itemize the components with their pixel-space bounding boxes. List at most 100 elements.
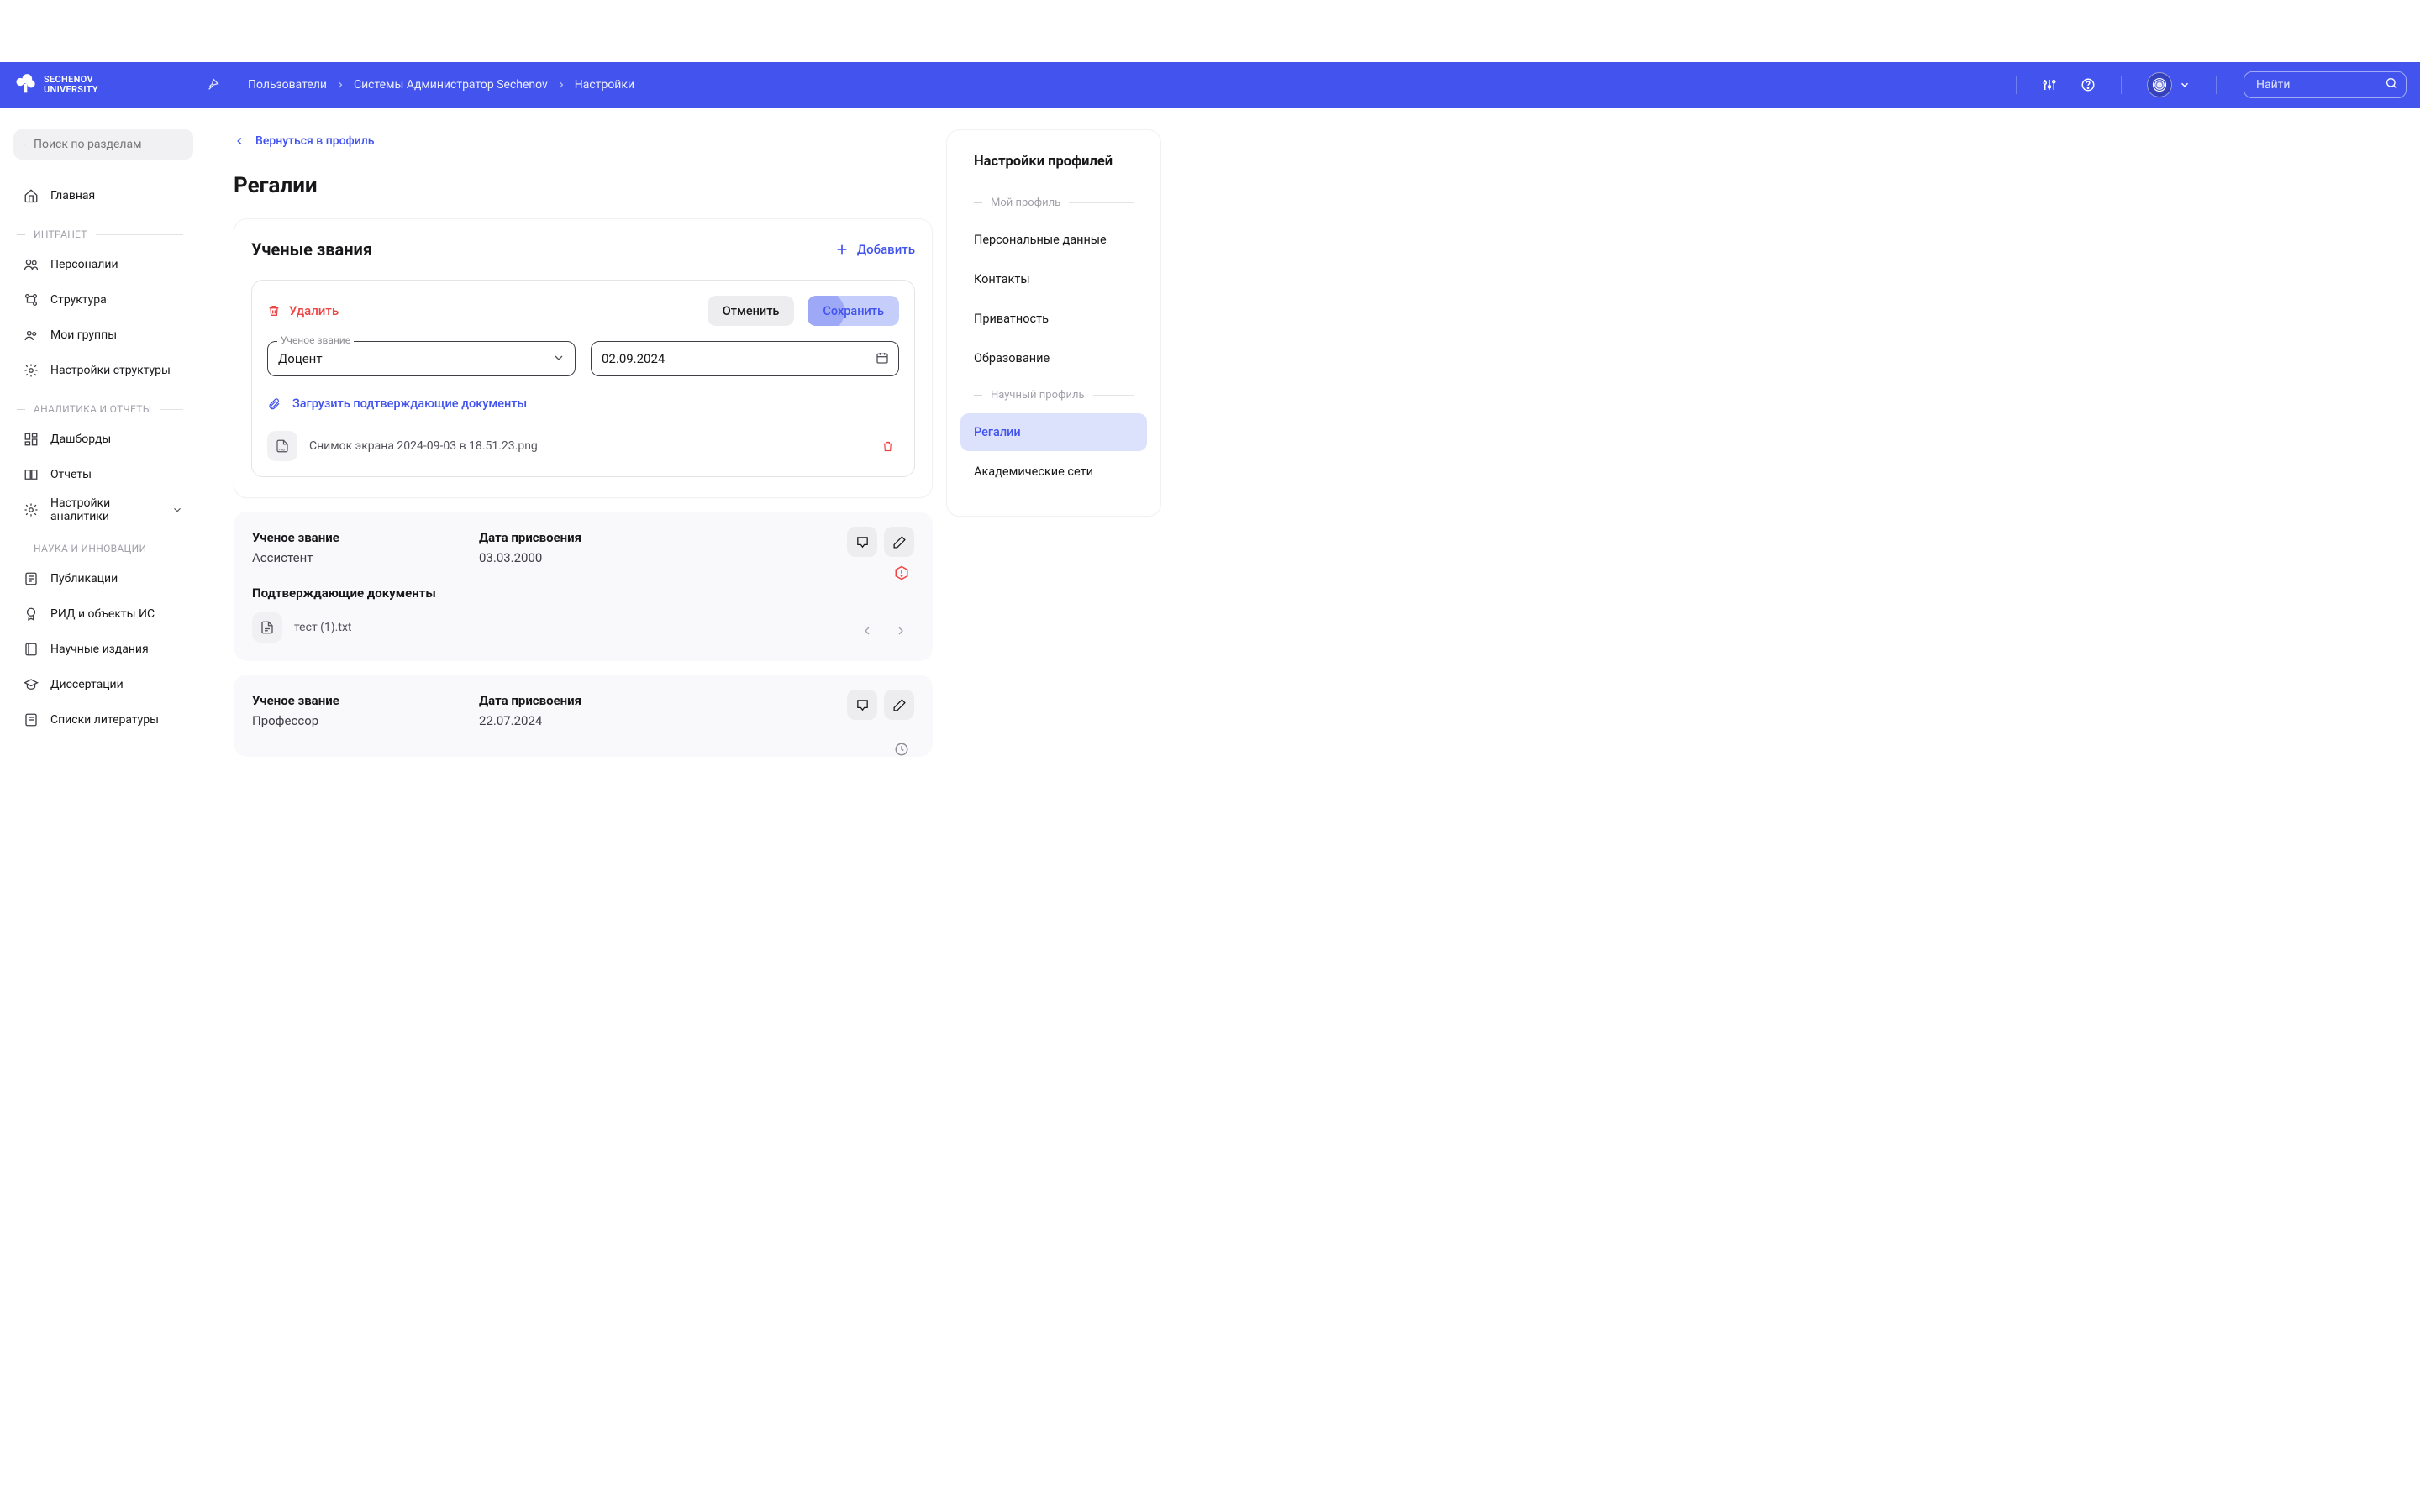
right-rail: Настройки профилей Мой профиль Персональ… — [946, 108, 1175, 804]
sidebar-section-science: НАУКА И ИННОВАЦИИ — [13, 528, 193, 561]
comment-button[interactable] — [847, 527, 877, 557]
sidebar-item-home[interactable]: Главная — [13, 178, 193, 213]
award-icon — [24, 606, 39, 622]
add-button[interactable]: Добавить — [835, 242, 915, 257]
sidebar-item-analytics-settings[interactable]: Настройки аналитики — [13, 492, 193, 528]
record-card: Ученое звание Профессор Дата присвоения … — [234, 675, 933, 757]
next-button[interactable] — [887, 617, 914, 644]
upload-documents-link[interactable]: Загрузить подтверждающие документы — [267, 391, 899, 416]
warning-icon[interactable] — [894, 565, 909, 580]
sidebar-item-label: Научные издания — [50, 643, 149, 656]
divider — [2121, 76, 2122, 94]
plus-icon — [835, 243, 849, 256]
field-label: Ученое звание — [277, 334, 354, 346]
journal-icon — [24, 642, 39, 657]
settings-sliders-icon[interactable] — [2030, 77, 2069, 92]
date-input[interactable] — [591, 341, 899, 376]
clock-icon — [894, 742, 909, 757]
sidebar-item-label: Настройки аналитики — [50, 496, 160, 523]
trash-icon — [881, 440, 894, 453]
sidebar-item-label: Структура — [50, 293, 107, 307]
edit-button[interactable] — [884, 690, 914, 720]
rank-select-field[interactable]: Ученое звание — [267, 341, 576, 376]
list-icon — [24, 712, 39, 727]
gear-icon — [24, 363, 39, 378]
rail-item-personal[interactable]: Персональные данные — [960, 221, 1147, 259]
global-search-input[interactable] — [2244, 71, 2407, 98]
back-to-profile-link[interactable]: Вернуться в профиль — [234, 129, 374, 153]
chevron-left-icon — [234, 135, 245, 147]
section-title: Ученые звания — [251, 239, 372, 260]
remove-file-button[interactable] — [876, 435, 899, 458]
prev-button[interactable] — [854, 617, 881, 644]
avatar — [2147, 72, 2172, 97]
attached-file-row: PNG Снимок экрана 2024-09-03 в 18.51.23.… — [267, 431, 899, 461]
breadcrumb-users[interactable]: Пользователи — [248, 78, 327, 92]
date-field[interactable] — [591, 341, 899, 376]
book-icon — [24, 467, 39, 482]
sidebar-item-structure[interactable]: Структура — [13, 282, 193, 318]
save-button[interactable]: Сохранить — [808, 296, 899, 326]
breadcrumb-settings[interactable]: Настройки — [575, 78, 634, 92]
sidebar-item-label: Персоналии — [50, 258, 118, 271]
svg-text:PNG: PNG — [279, 448, 286, 451]
sidebar-item-journals[interactable]: Научные издания — [13, 632, 193, 667]
help-icon[interactable] — [2069, 77, 2107, 92]
rail-item-networks[interactable]: Академические сети — [960, 453, 1147, 491]
brand-text: SECHENOV UNIVERSITY — [44, 75, 98, 95]
record-rank-value: Ассистент — [252, 550, 445, 565]
chevron-down-icon — [2179, 79, 2191, 91]
rail-item-education[interactable]: Образование — [960, 339, 1147, 377]
pencil-icon — [892, 698, 907, 712]
record-rank-value: Профессор — [252, 713, 445, 728]
edit-button[interactable] — [884, 527, 914, 557]
user-menu[interactable] — [2135, 72, 2202, 97]
chevron-right-icon — [894, 624, 908, 638]
sidebar-item-label: Главная — [50, 189, 95, 202]
chevron-right-icon — [556, 80, 566, 90]
sidebar-item-publications[interactable]: Публикации — [13, 561, 193, 596]
sidebar-item-bibliography[interactable]: Списки литературы — [13, 702, 193, 738]
file-name: Снимок экрана 2024-09-03 в 18.51.23.png — [309, 439, 865, 453]
brand-logo[interactable]: SECHENOV UNIVERSITY — [13, 73, 207, 97]
pencil-icon — [892, 535, 907, 549]
academic-titles-card: Ученые звания Добавить Удалить Отменить … — [234, 218, 933, 498]
sidebar-item-ip[interactable]: РИД и объекты ИС — [13, 596, 193, 632]
breadcrumbs: Пользователи Системы Администратор Seche… — [248, 78, 634, 92]
search-icon[interactable] — [2385, 76, 2398, 90]
page-title: Регалии — [234, 173, 933, 198]
record-rank-label: Ученое звание — [252, 693, 445, 708]
dashboard-icon — [24, 432, 39, 447]
sidebar-section-analytics: АНАЛИТИКА И ОТЧЕТЫ — [13, 388, 193, 422]
divider — [2216, 76, 2217, 94]
sidebar-item-dissertations[interactable]: Диссертации — [13, 667, 193, 702]
paperclip-icon — [267, 397, 281, 411]
sidebar-item-structure-settings[interactable]: Настройки структуры — [13, 353, 193, 388]
pin-icon[interactable] — [207, 78, 220, 92]
cancel-button[interactable]: Отменить — [708, 296, 795, 326]
sidebar-item-personnel[interactable]: Персоналии — [13, 247, 193, 282]
sidebar-section-intranet: ИНТРАНЕТ — [13, 213, 193, 247]
comment-button[interactable] — [847, 690, 877, 720]
sidebar-item-dashboards[interactable]: Дашборды — [13, 422, 193, 457]
sidebar-item-label: Отчеты — [50, 468, 92, 481]
sidebar-search[interactable] — [13, 129, 193, 160]
chevron-left-icon — [860, 624, 874, 638]
topbar: SECHENOV UNIVERSITY Пользователи Системы… — [0, 62, 2420, 108]
sidebar-item-label: Публикации — [50, 572, 118, 585]
delete-button[interactable]: Удалить — [267, 303, 339, 318]
comment-icon — [855, 698, 870, 712]
rail-item-contacts[interactable]: Контакты — [960, 260, 1147, 298]
sidebar-item-reports[interactable]: Отчеты — [13, 457, 193, 492]
rank-select[interactable] — [267, 341, 576, 376]
record-rank-label: Ученое звание — [252, 530, 445, 545]
sidebar-item-groups[interactable]: Мои группы — [13, 318, 193, 353]
rail-item-privacy[interactable]: Приватность — [960, 300, 1147, 338]
sidebar-search-input[interactable] — [34, 138, 183, 151]
sidebar-item-label: Дашборды — [50, 433, 111, 446]
chevron-right-icon — [335, 80, 345, 90]
breadcrumb-admin[interactable]: Системы Администратор Sechenov — [354, 78, 548, 92]
sitemap-icon — [24, 292, 39, 307]
document-file-name[interactable]: тест (1).txt — [294, 621, 914, 634]
rail-item-regalia[interactable]: Регалии — [960, 413, 1147, 451]
